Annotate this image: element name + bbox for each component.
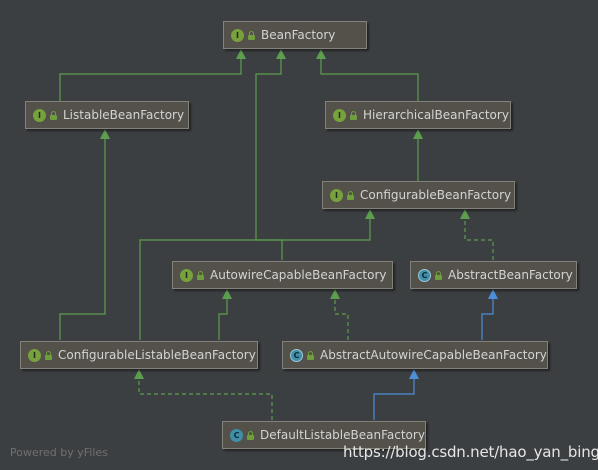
- node-configurable-bean-factory[interactable]: I ConfigurableBeanFactory: [322, 181, 515, 209]
- node-label: AutowireCapableBeanFactory: [210, 268, 387, 282]
- node-configurable-listable-bean-factory[interactable]: I ConfigurableListableBeanFactory: [20, 341, 258, 369]
- arrowhead-autowire-to-beanfactory: [276, 49, 286, 59]
- edge-listable-to-beanfactory: [59, 52, 242, 101]
- powered-by-footer: Powered by yFiles: [10, 446, 108, 459]
- lock-icon: [350, 110, 357, 120]
- arrowhead-configlistable-to-autowire: [222, 289, 232, 299]
- node-abstract-autowire-capable-bean-factory[interactable]: C AbstractAutowireCapableBeanFactory: [282, 341, 548, 369]
- arrowhead-configlistable-to-configurable: [365, 209, 375, 219]
- node-label: AbstractBeanFactory: [448, 268, 573, 282]
- node-label: AbstractAutowireCapableBeanFactory: [320, 348, 547, 362]
- node-label: ConfigurableBeanFactory: [360, 188, 512, 202]
- lock-icon: [435, 270, 442, 280]
- edge-configlistable-to-autowire: [218, 292, 228, 340]
- arrowhead-abstractautowire-to-autowire: [330, 289, 340, 299]
- abstract-class-badge-icon: C: [290, 348, 303, 362]
- edge-default-to-abstractautowire: [373, 372, 415, 420]
- arrowhead-default-to-abstractautowire: [409, 369, 419, 379]
- node-listable-bean-factory[interactable]: I ListableBeanFactory: [25, 101, 189, 129]
- arrowhead-abstract-to-configurable: [460, 209, 470, 219]
- node-bean-factory[interactable]: I BeanFactory: [223, 21, 367, 49]
- arrowhead-listable-to-beanfactory: [236, 49, 246, 59]
- edge-default-to-configlistable: [138, 372, 273, 420]
- lock-icon: [347, 190, 354, 200]
- arrowhead-default-to-configlistable: [134, 369, 144, 379]
- lock-icon: [50, 110, 57, 120]
- lock-icon: [197, 270, 204, 280]
- node-label: ConfigurableListableBeanFactory: [58, 348, 256, 362]
- lock-icon: [307, 350, 314, 360]
- arrowhead-configlistable-to-listable: [100, 129, 110, 139]
- interface-badge-icon: I: [180, 268, 193, 282]
- edge-autowire-to-beanfactory: [255, 52, 283, 260]
- node-hierarchical-bean-factory[interactable]: I HierarchicalBeanFactory: [325, 101, 511, 129]
- node-label: HierarchicalBeanFactory: [363, 108, 509, 122]
- node-label: DefaultListableBeanFactory: [260, 428, 425, 442]
- watermark: https://blog.csdn.net/hao_yan_bing: [343, 443, 598, 461]
- node-label: BeanFactory: [261, 28, 336, 42]
- node-label: ListableBeanFactory: [63, 108, 185, 122]
- node-abstract-bean-factory[interactable]: C AbstractBeanFactory: [410, 261, 577, 289]
- interface-badge-icon: I: [330, 188, 343, 202]
- arrowhead-hierarchical-to-beanfactory: [316, 49, 326, 59]
- edges-layer: [59, 49, 498, 420]
- abstract-class-badge-icon: C: [418, 268, 431, 282]
- edge-abstractautowire-to-abstract: [481, 292, 494, 340]
- edge-abstract-to-configurable: [464, 213, 494, 260]
- edge-hierarchical-to-beanfactory: [320, 52, 419, 101]
- edge-configlistable-to-listable: [60, 133, 105, 340]
- lock-icon: [247, 430, 254, 440]
- interface-badge-icon: I: [33, 108, 46, 122]
- interface-badge-icon: I: [28, 348, 41, 362]
- arrowhead-abstractautowire-to-abstract: [488, 289, 498, 299]
- arrowhead-configurable-to-hierarchical: [413, 129, 423, 139]
- interface-badge-icon: I: [231, 28, 244, 42]
- lock-icon: [45, 350, 52, 360]
- class-badge-icon: C: [230, 428, 243, 442]
- interface-badge-icon: I: [333, 108, 346, 122]
- node-autowire-capable-bean-factory[interactable]: I AutowireCapableBeanFactory: [172, 261, 393, 289]
- edge-configlistable-to-listable-line: [59, 133, 106, 340]
- edge-abstractautowire-to-autowire: [334, 292, 349, 340]
- lock-icon: [248, 30, 255, 40]
